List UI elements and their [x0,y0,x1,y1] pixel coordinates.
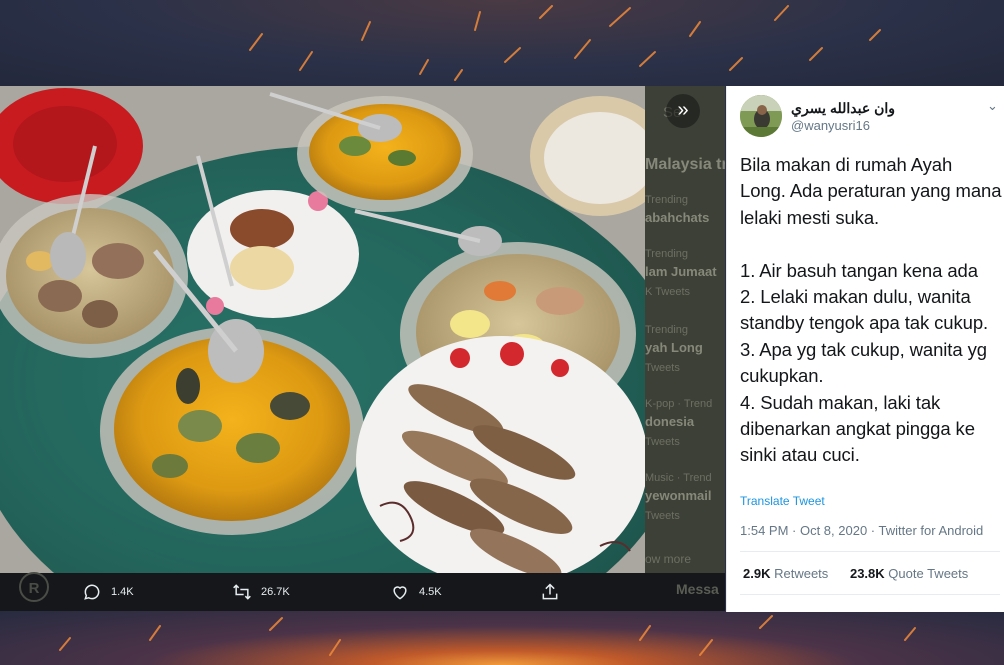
trend-context: Trending [645,324,689,336]
retweet-count: 26.7K [261,586,290,598]
quote-tweets-stat[interactable]: 23.8K Quote Tweets [850,566,968,581]
trend-context: Trending [645,194,689,206]
display-name-text: وان عبدالله يسري [791,100,896,116]
background-timeline: Se Malaysia tr Trending abahchats Trendi… [645,86,725,573]
trend-tweets: Tweets [645,436,680,448]
quote-label: Quote Tweets [888,566,969,581]
trend-name[interactable]: abahchats [645,210,709,225]
retweets-stat[interactable]: 2.9K Retweets [743,566,828,581]
show-more-link[interactable]: ow more [645,552,691,566]
trends-heading: Malaysia tr [645,156,725,173]
watermark-logo: R [19,572,49,602]
reply-icon [84,584,100,600]
trend-context: K-pop · Trend [645,398,713,410]
avatar[interactable] [740,95,782,137]
reply-count: 1.4K [111,586,134,598]
background-top [0,0,1004,86]
trend-context: Trending [645,248,689,260]
chevrons-right-icon: » [677,99,689,121]
tweet-stats: 2.9K Retweets 23.8K Quote Tweets [743,566,968,581]
tweet-text: Bila makan di rumah Ayah Long. Ada perat… [740,154,1002,466]
media-viewer: Se Malaysia tr Trending abahchats Trendi… [0,86,725,611]
avatar-image [740,95,782,137]
quote-count: 23.8K [849,566,885,581]
trend-name[interactable]: yah Long [645,340,703,355]
media-action-bar: 1.4K 26.7K 4.5K [0,573,725,611]
share-icon [542,583,558,600]
heart-icon [393,586,407,600]
trend-tweets: Tweets [645,362,680,374]
retweets-count: 2.9K [743,566,771,581]
display-name[interactable]: وان عبدالله يسري [791,100,941,117]
collapse-sidebar-button[interactable]: » [666,94,700,128]
translate-tweet-link[interactable]: Translate Tweet [740,494,825,508]
trend-name[interactable]: lam Jumaat [645,264,717,279]
trend-context: Music · Trend [645,472,712,484]
background-bottom-fire [0,610,1004,665]
trend-tweets: Tweets [645,510,680,522]
trend-name[interactable]: donesia [645,414,694,429]
like-button[interactable]: 4.5K [390,582,442,602]
tweet-card: وان عبدالله يسري @wanyusri16 ⌄ Bila maka… [726,86,1004,612]
messages-fragment: Messa [676,581,719,597]
chevron-down-icon[interactable]: ⌄ [987,98,998,114]
retweet-button[interactable]: 26.7K [232,582,290,602]
food-photo[interactable] [0,86,645,573]
watermark-letter: R [28,580,40,597]
retweets-label: Retweets [774,566,829,581]
retweet-icon [233,584,251,600]
share-button[interactable] [540,582,569,602]
reply-button[interactable]: 1.4K [82,582,134,602]
divider [740,594,1000,595]
trend-tweets: K Tweets [645,286,691,298]
user-handle[interactable]: @wanyusri16 [791,118,870,133]
like-count: 4.5K [419,586,442,598]
trend-name[interactable]: yewonmail [645,488,711,503]
tweet-timestamp[interactable]: 1:54 PM · Oct 8, 2020 · Twitter for Andr… [740,523,983,538]
divider [740,551,1000,552]
